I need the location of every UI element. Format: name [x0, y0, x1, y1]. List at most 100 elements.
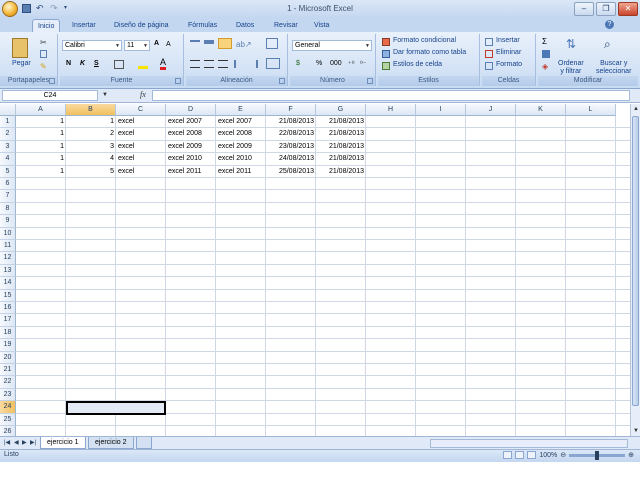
format-painter-icon[interactable]: ✎	[40, 62, 47, 71]
cell[interactable]: 21/08/2013	[316, 128, 366, 140]
row-header[interactable]: 21	[0, 364, 16, 377]
cell[interactable]: 1	[16, 116, 66, 128]
cell[interactable]: 1	[66, 116, 116, 128]
align-middle-icon[interactable]	[204, 40, 214, 48]
formula-input[interactable]	[152, 90, 630, 101]
cell[interactable]: 25/08/2013	[266, 166, 316, 178]
conditional-format-button[interactable]: Formato condicional	[393, 37, 456, 44]
worksheet-grid[interactable]: A B C D E F G H I J K L 1 2 3 4 5 6 7 8 9 10 11 12 13 14 15 16 17 18 1…	[0, 104, 630, 436]
horizontal-scrollbar[interactable]	[430, 439, 628, 448]
row-header[interactable]: 12	[0, 252, 16, 265]
cell[interactable]: 4	[66, 153, 116, 165]
scroll-up-icon[interactable]: ▲	[633, 106, 639, 112]
clipboard-launcher[interactable]	[49, 78, 55, 84]
first-sheet-icon[interactable]: |◀	[4, 439, 10, 446]
row-header[interactable]: 22	[0, 376, 16, 389]
vertical-scroll-thumb[interactable]	[632, 116, 639, 406]
align-bottom-icon[interactable]	[218, 38, 232, 49]
cell[interactable]: 1	[16, 153, 66, 165]
column-header[interactable]: H	[366, 104, 416, 116]
row-header[interactable]: 24	[0, 401, 16, 414]
fill-icon[interactable]	[542, 50, 550, 58]
copy-icon[interactable]	[40, 50, 47, 58]
fill-color-icon[interactable]	[138, 60, 148, 69]
minimize-button[interactable]: –	[574, 2, 594, 16]
wrap-text-icon[interactable]	[266, 38, 278, 49]
cell[interactable]: 21/08/2013	[316, 166, 366, 178]
cell[interactable]: excel 2010	[216, 153, 266, 165]
row-header[interactable]: 14	[0, 277, 16, 290]
italic-button[interactable]: K	[80, 60, 85, 67]
cell[interactable]: 21/08/2013	[316, 141, 366, 153]
cell[interactable]: 21/08/2013	[316, 116, 366, 128]
row-header[interactable]: 18	[0, 326, 16, 340]
cell[interactable]: 1	[16, 141, 66, 153]
row-header[interactable]: 26	[0, 426, 16, 436]
column-header[interactable]: C	[116, 104, 166, 116]
cell[interactable]: 21/08/2013	[316, 153, 366, 165]
tab-inicio[interactable]: Inicio	[32, 19, 61, 32]
row-header[interactable]: 2	[0, 128, 16, 141]
cell[interactable]: excel 2008	[166, 128, 216, 140]
format-cells-button[interactable]: Formato	[496, 61, 522, 68]
increase-decimal-icon[interactable]: ⁺⁰	[348, 60, 355, 68]
cell[interactable]: excel 2011	[166, 166, 216, 178]
cell[interactable]: excel 2011	[216, 166, 266, 178]
row-header[interactable]: 7	[0, 190, 16, 203]
column-header[interactable]: F	[266, 104, 316, 116]
cell[interactable]: 24/08/2013	[266, 153, 316, 165]
column-header[interactable]: L	[566, 104, 616, 116]
cell[interactable]: excel 2010	[166, 153, 216, 165]
underline-button[interactable]: S	[94, 60, 99, 67]
cell[interactable]: 1	[16, 128, 66, 140]
column-header[interactable]: K	[516, 104, 566, 116]
insert-sheet-icon[interactable]	[136, 437, 152, 449]
cell[interactable]: excel	[116, 116, 166, 128]
insert-cells-button[interactable]: Insertar	[496, 37, 520, 44]
cell[interactable]: 5	[66, 166, 116, 178]
zoom-out-icon[interactable]: ⊖	[560, 451, 566, 459]
alignment-launcher[interactable]	[279, 78, 285, 84]
paste-button[interactable]: Pegar	[12, 60, 31, 67]
font-name-combo[interactable]: Calibri ▼	[62, 40, 122, 51]
cell[interactable]: 21/08/2013	[266, 116, 316, 128]
decrease-indent-icon[interactable]	[234, 60, 244, 68]
row-header[interactable]: 6	[0, 178, 16, 191]
name-box[interactable]: C24	[2, 90, 98, 101]
paste-icon[interactable]	[12, 38, 28, 58]
find-select-button[interactable]: Buscar y seleccionar	[596, 60, 631, 76]
help-icon[interactable]: ?	[605, 20, 614, 29]
close-button[interactable]: ✕	[618, 2, 638, 16]
column-header[interactable]: G	[316, 104, 366, 116]
increase-indent-icon[interactable]	[248, 60, 258, 68]
next-sheet-icon[interactable]: ▶	[22, 439, 27, 446]
insert-function-button[interactable]: fx	[140, 90, 146, 99]
cell[interactable]: 23/08/2013	[266, 141, 316, 153]
name-box-dropdown-icon[interactable]: ▼	[102, 92, 108, 98]
prev-sheet-icon[interactable]: ◀	[14, 439, 19, 446]
cut-icon[interactable]: ✂	[40, 38, 47, 47]
decrease-decimal-icon[interactable]: ⁰⁻	[360, 60, 367, 68]
tab-formulas[interactable]: Fórmulas	[188, 19, 217, 32]
tab-insertar[interactable]: Insertar	[72, 19, 96, 32]
zoom-slider[interactable]	[569, 450, 626, 460]
row-header[interactable]: 20	[0, 351, 16, 364]
bold-button[interactable]: N	[66, 60, 71, 67]
tab-revisar[interactable]: Revisar	[274, 19, 298, 32]
row-header[interactable]: 8	[0, 202, 16, 216]
row-header[interactable]: 1	[0, 116, 16, 129]
cell[interactable]: 2	[66, 128, 116, 140]
cell[interactable]: 22/08/2013	[266, 128, 316, 140]
cell[interactable]: excel	[116, 128, 166, 140]
orientation-icon[interactable]: ab↗	[236, 40, 252, 49]
align-left-icon[interactable]	[190, 60, 200, 68]
zoom-level[interactable]: 100%	[539, 452, 557, 459]
last-sheet-icon[interactable]: ▶|	[30, 439, 36, 446]
tab-diseno-pagina[interactable]: Diseño de página	[114, 19, 169, 32]
page-layout-view-icon[interactable]	[515, 451, 525, 459]
sheet-tab-1[interactable]: ejercicio 1	[40, 437, 86, 449]
column-header[interactable]: J	[466, 104, 516, 116]
tab-datos[interactable]: Datos	[236, 19, 254, 32]
row-header[interactable]: 19	[0, 339, 16, 352]
column-header[interactable]: A	[16, 104, 66, 116]
